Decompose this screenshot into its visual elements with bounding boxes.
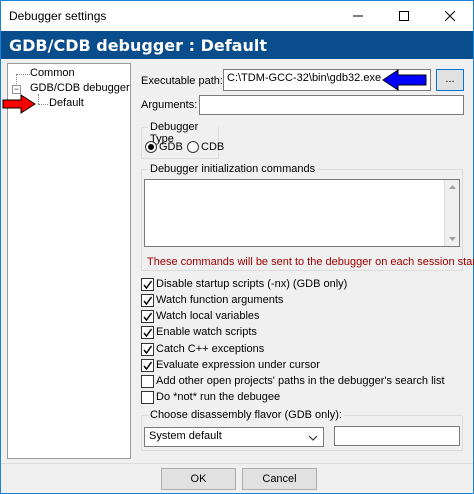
debugger-settings-window: Debugger settings GDB/CDB debugger : Def… — [0, 0, 474, 494]
check-icon — [143, 296, 153, 306]
checkbox[interactable] — [141, 391, 154, 404]
arguments-input[interactable] — [199, 95, 464, 115]
arguments-label: Arguments: — [141, 99, 198, 111]
tree-line — [38, 104, 48, 105]
checkbox[interactable] — [141, 359, 154, 372]
check-icon — [143, 280, 153, 290]
option-label: Watch local variables — [156, 310, 260, 322]
dialog-footer: OK Cancel — [1, 463, 473, 493]
blue-arrow-icon — [382, 69, 427, 91]
maximize-icon — [399, 11, 409, 21]
checkbox[interactable] — [141, 375, 154, 388]
disassembly-title: Choose disassembly flavor (GDB only): — [148, 409, 344, 421]
checkbox[interactable] — [141, 278, 154, 291]
disassembly-custom-input[interactable] — [334, 426, 460, 446]
maximize-button[interactable] — [381, 1, 427, 31]
settings-tree: Common − GDB/CDB debugger Default — [7, 63, 131, 459]
option-label: Add other open projects' paths in the de… — [156, 375, 445, 387]
tree-item-default[interactable]: Default — [49, 97, 84, 109]
collapse-icon[interactable]: − — [12, 85, 21, 94]
checkbox[interactable] — [141, 294, 154, 307]
tree-item-common[interactable]: Common — [30, 67, 75, 79]
title-bar: Debugger settings — [1, 1, 473, 31]
checkbox[interactable] — [141, 310, 154, 323]
scroll-down-icon[interactable] — [445, 233, 460, 245]
red-arrow-icon — [2, 94, 36, 114]
window-title: Debugger settings — [9, 9, 107, 23]
init-commands-textarea[interactable] — [144, 179, 460, 247]
checkbox[interactable] — [141, 326, 154, 339]
init-commands-note: These commands will be sent to the debug… — [147, 256, 474, 268]
browse-button[interactable]: ... — [436, 69, 464, 91]
textarea-scrollbar[interactable] — [444, 180, 459, 246]
page-header: GDB/CDB debugger : Default — [1, 31, 473, 59]
minimize-button[interactable] — [335, 1, 381, 31]
option-label: Do *not* run the debugee — [156, 391, 281, 403]
cancel-button[interactable]: Cancel — [242, 468, 317, 490]
option-label: Evaluate expression under cursor — [156, 359, 320, 371]
option-label: Catch C++ exceptions — [156, 343, 265, 355]
init-commands-title: Debugger initialization commands — [148, 163, 318, 175]
close-button[interactable] — [427, 1, 473, 31]
checkbox[interactable] — [141, 343, 154, 356]
tree-line — [16, 74, 30, 75]
option-label: Watch function arguments — [156, 294, 284, 306]
radio-cdb[interactable] — [187, 141, 199, 153]
radio-cdb-label: CDB — [201, 141, 225, 153]
check-icon — [143, 345, 153, 355]
option-label: Enable watch scripts — [156, 326, 257, 338]
ok-button[interactable]: OK — [161, 468, 236, 490]
disassembly-flavor-select[interactable]: System default — [144, 427, 324, 447]
scroll-up-icon[interactable] — [445, 181, 460, 193]
check-icon — [143, 361, 153, 371]
disassembly-selected-value: System default — [149, 430, 222, 442]
check-icon — [143, 312, 153, 322]
check-icon — [143, 328, 153, 338]
option-label: Disable startup scripts (-nx) (GDB only) — [156, 278, 348, 290]
radio-gdb[interactable] — [145, 141, 157, 153]
chevron-down-icon — [308, 435, 318, 441]
executable-path-label: Executable path: — [141, 75, 223, 87]
radio-gdb-label: GDB — [159, 141, 183, 153]
tree-item-gdb-cdb-debugger[interactable]: GDB/CDB debugger — [30, 82, 130, 94]
minimize-icon — [353, 15, 363, 17]
close-icon — [445, 11, 455, 21]
tree-line — [38, 94, 39, 104]
